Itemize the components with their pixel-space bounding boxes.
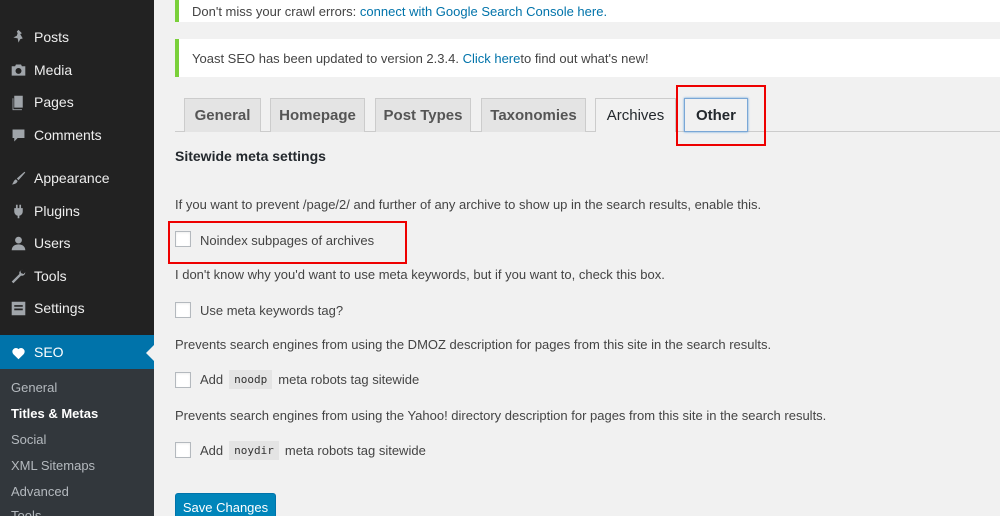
sidebar-item-label: Plugins — [34, 203, 80, 219]
meta-keywords-description: I don't know why you'd want to use meta … — [175, 267, 665, 282]
noodp-code: noodp — [229, 370, 273, 389]
plugin-icon — [8, 201, 28, 221]
tab-taxonomies[interactable]: Taxonomies — [481, 98, 586, 132]
sidebar-item-appearance[interactable]: Appearance — [0, 162, 154, 194]
search-console-link[interactable]: connect with Google Search Console here. — [360, 4, 607, 19]
sidebar-item-settings[interactable]: Settings — [0, 292, 154, 324]
section-title: Sitewide meta settings — [175, 148, 326, 164]
update-notice: Yoast SEO has been updated to version 2.… — [175, 39, 1000, 77]
pushpin-icon — [8, 27, 28, 47]
sidebar-item-label: Tools — [34, 268, 67, 284]
sidebar-item-media[interactable]: Media — [0, 54, 154, 86]
pages-icon — [8, 92, 28, 112]
media-icon — [8, 60, 28, 80]
crawl-errors-notice: Don't miss your crawl errors: connect wi… — [175, 0, 1000, 22]
tab-general[interactable]: General — [184, 98, 261, 132]
users-icon — [8, 233, 28, 253]
sidebar-item-users[interactable]: Users — [0, 227, 154, 259]
sidebar-item-label: Media — [34, 62, 73, 78]
noydir-label-pre: Add — [200, 443, 224, 458]
submenu-item-tools[interactable]: Tools — [11, 508, 41, 516]
seo-submenu: General Titles & Metas Social XML Sitema… — [0, 369, 154, 516]
sidebar-item-plugins[interactable]: Plugins — [0, 195, 154, 227]
noydir-description: Prevents search engines from using the Y… — [175, 408, 827, 423]
submenu-item-titles-metas[interactable]: Titles & Metas — [11, 406, 98, 421]
meta-keywords-checkbox[interactable] — [175, 302, 191, 318]
sidebar-item-label: Settings — [34, 300, 85, 316]
highlight-box-other-tab — [676, 85, 766, 146]
whats-new-link[interactable]: Click here — [463, 51, 521, 66]
notice-text: Yoast SEO has been updated to version 2.… — [192, 50, 459, 66]
submenu-item-xml-sitemaps[interactable]: XML Sitemaps — [11, 458, 95, 473]
sidebar-item-label: Comments — [34, 127, 102, 143]
meta-keywords-label[interactable]: Use meta keywords tag? — [200, 303, 343, 318]
submenu-item-general[interactable]: General — [11, 380, 57, 395]
notice-text: Don't miss your crawl errors: — [192, 3, 357, 19]
sidebar-item-posts[interactable]: Posts — [0, 21, 154, 53]
submenu-item-social[interactable]: Social — [11, 432, 46, 447]
sidebar-item-seo[interactable]: SEO — [0, 335, 154, 369]
admin-sidebar: Posts Media Pages Comments Appearance Pl… — [0, 0, 154, 516]
noydir-code: noydir — [229, 441, 279, 460]
sidebar-item-label: Posts — [34, 29, 70, 45]
noydir-label[interactable]: Add noydir meta robots tag sitewide — [200, 441, 426, 460]
sidebar-item-label: Users — [34, 235, 71, 251]
tab-post-types[interactable]: Post Types — [375, 98, 471, 132]
noydir-checkbox[interactable] — [175, 442, 191, 458]
sidebar-item-label: Appearance — [34, 170, 110, 186]
noodp-label[interactable]: Add noodp meta robots tag sitewide — [200, 370, 419, 389]
noydir-label-post: meta robots tag sitewide — [284, 443, 426, 458]
sidebar-item-label: Pages — [34, 94, 74, 110]
submenu-item-advanced[interactable]: Advanced — [11, 484, 69, 499]
tab-archives[interactable]: Archives — [595, 98, 676, 132]
noodp-checkbox[interactable] — [175, 372, 191, 388]
tab-homepage[interactable]: Homepage — [270, 98, 365, 132]
sidebar-item-pages[interactable]: Pages — [0, 86, 154, 118]
sidebar-item-comments[interactable]: Comments — [0, 119, 154, 151]
highlight-box-noindex — [168, 221, 407, 264]
sidebar-item-label: SEO — [34, 344, 64, 360]
comments-icon — [8, 125, 28, 145]
noindex-description: If you want to prevent /page/2/ and furt… — [175, 197, 762, 212]
wrench-icon — [8, 266, 28, 286]
noodp-description: Prevents search engines from using the D… — [175, 337, 772, 352]
current-menu-arrow — [146, 345, 154, 361]
settings-icon — [8, 298, 28, 318]
sidebar-item-tools[interactable]: Tools — [0, 260, 154, 292]
noodp-label-post: meta robots tag sitewide — [278, 372, 420, 387]
noodp-label-pre: Add — [200, 372, 224, 387]
brush-icon — [8, 168, 28, 188]
yoast-icon — [8, 342, 28, 362]
save-changes-button[interactable]: Save Changes — [175, 493, 276, 516]
notice-text-tail: to find out what's new! — [520, 50, 649, 66]
